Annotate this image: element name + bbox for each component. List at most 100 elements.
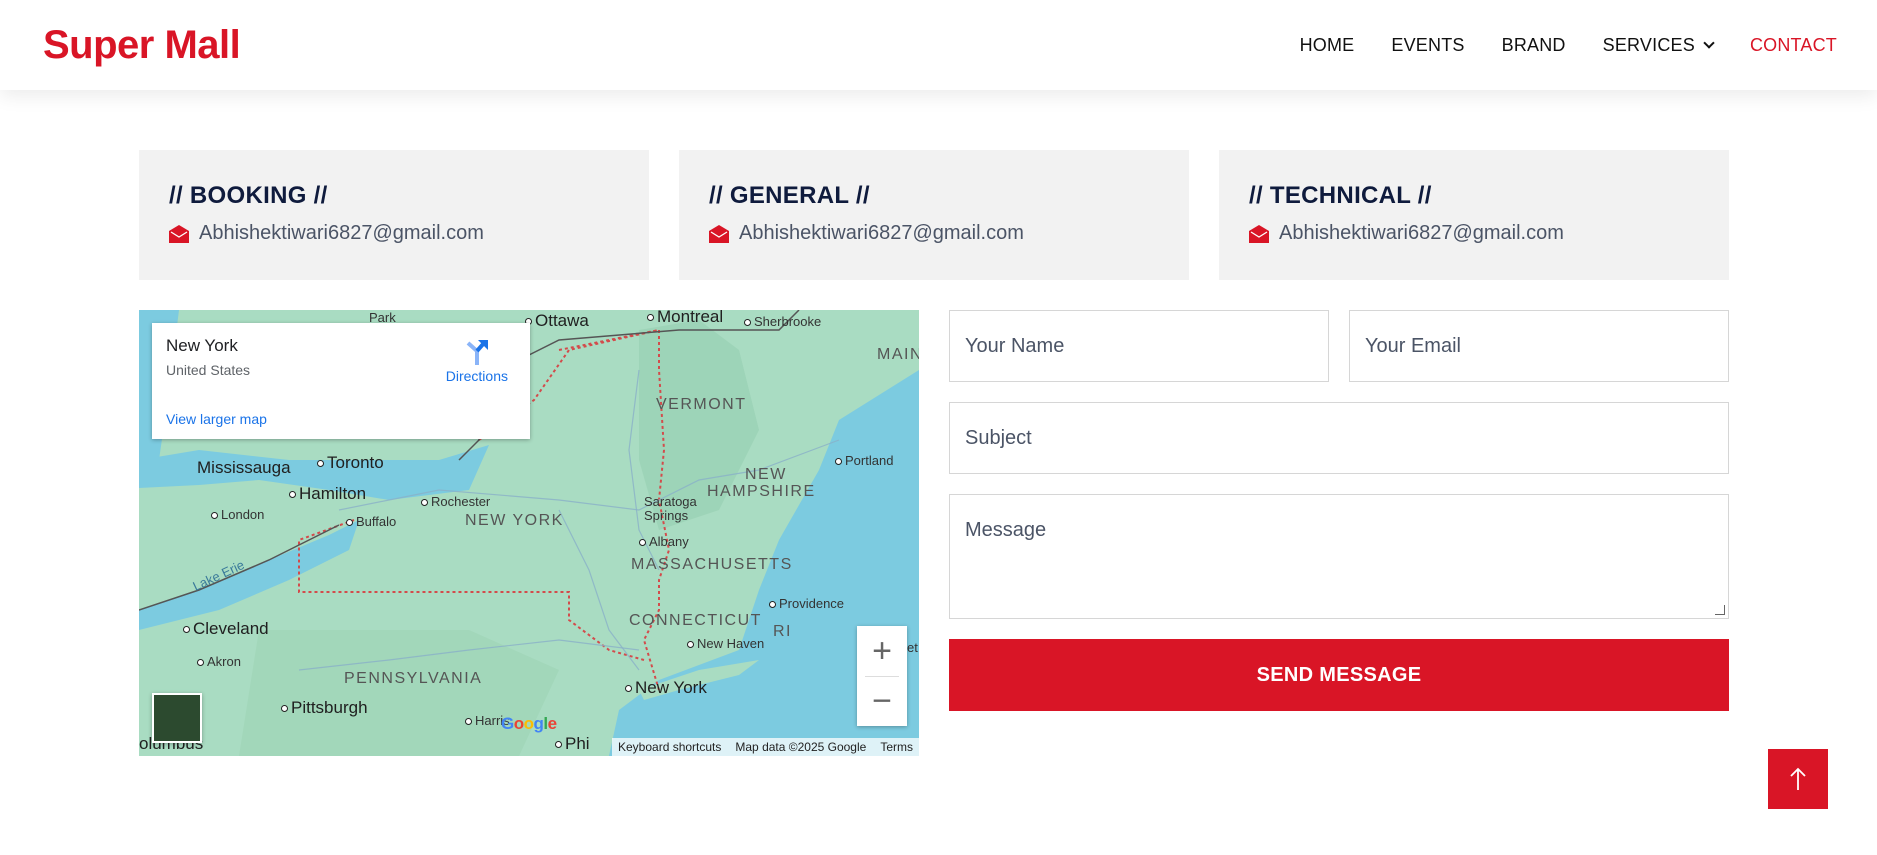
map-label: Phi: [555, 734, 590, 754]
nav-contact[interactable]: CONTACT: [1750, 35, 1837, 56]
map-label-text: Providence: [779, 596, 845, 611]
map-label-text: Rochester: [431, 494, 491, 509]
city-dot-icon: [421, 499, 428, 507]
send-message-button[interactable]: SEND MESSAGE: [949, 639, 1729, 711]
satellite-toggle[interactable]: [152, 693, 202, 743]
city-dot-icon: [555, 741, 562, 749]
resize-grip-icon[interactable]: [1715, 605, 1725, 615]
city-dot-icon: [744, 319, 751, 327]
map-label: RI: [773, 623, 792, 640]
map-label: Sherbrooke: [744, 314, 821, 329]
map-label-text: Buffalo: [356, 514, 397, 529]
map-label: Cleveland: [183, 619, 269, 639]
main-nav: HOME EVENTS BRAND SERVICES CONTACT: [1263, 35, 1837, 56]
map-label: MAIN: [877, 346, 919, 363]
zoom-controls: + −: [857, 626, 907, 726]
view-larger-map-link[interactable]: View larger map: [166, 411, 267, 427]
nav-home[interactable]: HOME: [1300, 35, 1355, 56]
map-label-text: London: [221, 507, 265, 522]
email-input[interactable]: Your Email: [1349, 310, 1729, 382]
map-label: VERMONT: [656, 396, 747, 413]
city-dot-icon: [625, 685, 632, 693]
google-logo: Google: [501, 714, 557, 733]
map-label: Montreal: [647, 310, 723, 327]
email-text[interactable]: Abhishektiwari6827@gmail.com: [739, 222, 1024, 245]
city-dot-icon: [346, 519, 353, 527]
keyboard-shortcuts-link[interactable]: Keyboard shortcuts: [618, 740, 721, 754]
message-placeholder: Message: [965, 519, 1047, 541]
email-text[interactable]: Abhishektiwari6827@gmail.com: [199, 222, 484, 245]
card-email: Abhishektiwari6827@gmail.com: [1249, 222, 1699, 245]
zoom-divider: [865, 676, 899, 677]
map-label: New Haven: [687, 636, 764, 651]
brand-logo[interactable]: Super Mall: [43, 23, 241, 68]
city-dot-icon: [647, 314, 654, 322]
back-to-top-button[interactable]: [1768, 749, 1828, 809]
map-label-text: Pittsburgh: [291, 698, 368, 717]
envelope-open-icon: [1249, 224, 1269, 243]
map-info-card: New York United States Directions View l…: [152, 323, 530, 439]
zoom-in-button[interactable]: +: [857, 626, 907, 676]
directions-icon: [466, 340, 488, 365]
name-input[interactable]: Your Name: [949, 310, 1329, 382]
card-email: Abhishektiwari6827@gmail.com: [709, 222, 1159, 245]
map-label: Akron: [197, 654, 241, 669]
map-label: Mississauga: [197, 458, 291, 477]
nav-brand[interactable]: BRAND: [1502, 35, 1566, 56]
city-dot-icon: [281, 705, 288, 713]
city-dot-icon: [769, 601, 776, 609]
map-label: London: [211, 507, 264, 522]
city-dot-icon: [197, 659, 204, 667]
envelope-open-icon: [709, 224, 729, 243]
map-attribution: Keyboard shortcuts Map data ©2025 Google…: [612, 738, 919, 756]
zoom-out-button[interactable]: −: [857, 676, 907, 726]
map-label: Rochester: [421, 494, 490, 509]
city-dot-icon: [639, 539, 646, 547]
form-row: Message: [949, 494, 1729, 619]
map-label-text: Cleveland: [193, 619, 269, 638]
map-label-text: Toronto: [327, 453, 384, 472]
city-dot-icon: [835, 458, 842, 466]
map-label-text: Akron: [207, 654, 241, 669]
map-label: Saratoga: [644, 494, 697, 509]
terms-link[interactable]: Terms: [880, 740, 913, 754]
card-title: // GENERAL //: [709, 182, 870, 209]
map-data-text: Map data ©2025 Google: [735, 740, 867, 754]
contact-cards: // BOOKING // Abhishektiwari6827@gmail.c…: [139, 150, 1729, 280]
map-label: Portland: [835, 453, 893, 468]
form-row: Subject: [949, 402, 1729, 474]
city-dot-icon: [289, 491, 296, 499]
email-text[interactable]: Abhishektiwari6827@gmail.com: [1279, 222, 1564, 245]
map-label: et: [907, 640, 918, 655]
map-label: Hamilton: [289, 484, 366, 504]
city-dot-icon: [211, 512, 218, 520]
nav-services-label: SERVICES: [1602, 34, 1695, 55]
nav-services[interactable]: SERVICES: [1602, 34, 1715, 56]
map-label-text: Albany: [649, 534, 689, 549]
contact-form: Your Name Your Email Subject Message SEN…: [949, 310, 1729, 711]
map-label-text: Montreal: [657, 310, 724, 326]
map-label: PENNSYLVANIA: [344, 670, 483, 687]
map-label: Springs: [644, 508, 689, 523]
navbar: Super Mall HOME EVENTS BRAND SERVICES CO…: [0, 0, 1877, 90]
map-label-text: Portland: [845, 453, 894, 468]
map-label: HAMPSHIRE: [707, 483, 816, 500]
map-label: Providence: [769, 596, 844, 611]
map-label: CONNECTICUT: [629, 612, 762, 629]
message-textarea[interactable]: Message: [949, 494, 1729, 619]
map-label-text: Sherbrooke: [754, 314, 822, 329]
card-title: // TECHNICAL //: [1249, 182, 1432, 209]
map-label: NEW: [745, 466, 787, 483]
map-label: NEW YORK: [465, 512, 564, 529]
form-row: Your Name Your Email: [949, 310, 1729, 382]
envelope-open-icon: [169, 224, 189, 243]
nav-events[interactable]: EVENTS: [1391, 35, 1464, 56]
directions-button[interactable]: Directions: [446, 337, 508, 384]
card-title: // BOOKING //: [169, 182, 328, 209]
city-dot-icon: [317, 460, 324, 468]
subject-input[interactable]: Subject: [949, 402, 1729, 474]
map-label: New York: [625, 678, 707, 698]
map-label: MASSACHUSETTS: [631, 556, 793, 573]
google-map[interactable]: Park Ottawa Montreal Sherbrooke MAIN VER…: [139, 310, 919, 756]
booking-card: // BOOKING // Abhishektiwari6827@gmail.c…: [139, 150, 649, 280]
